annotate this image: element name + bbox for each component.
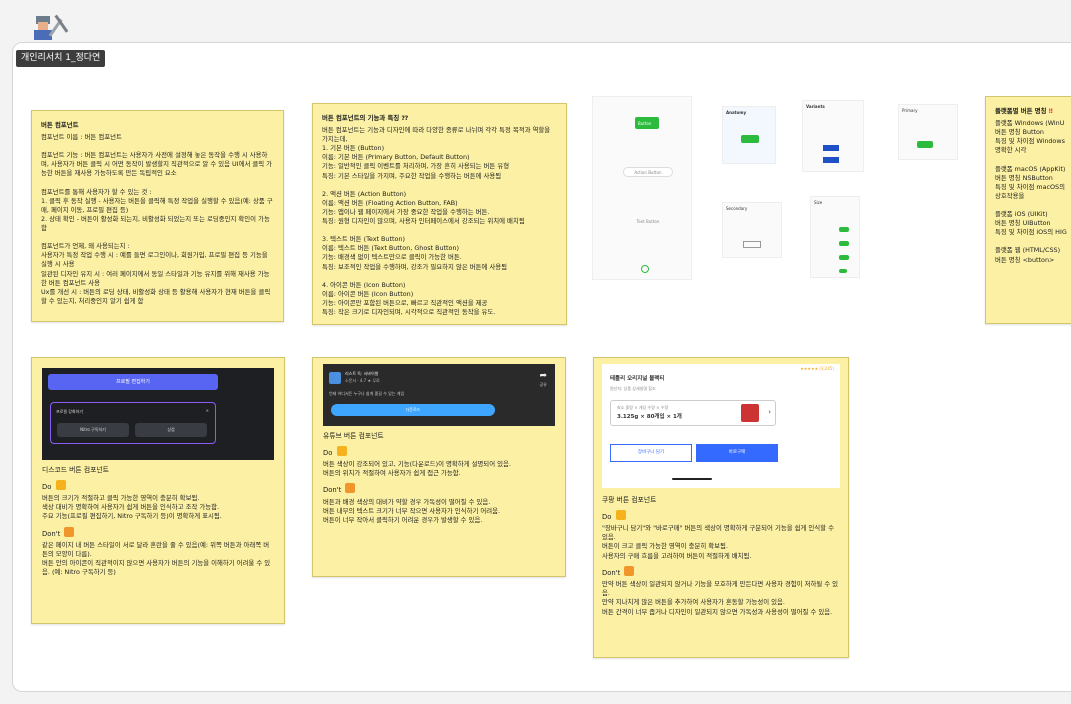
note-title: 플랫폼별 버튼 명칭 ‼ [995,107,1053,115]
add-to-cart-button: 장바구니 담기 [610,444,692,462]
sticky-note-button-types[interactable]: 버튼 컴포넌트의 기능과 특징 ⁇ 버튼 컴포넌트는 기능과 디자인에 따라 다… [312,103,567,325]
enhance-label: 프로필 강화하기 [56,409,84,414]
button-label: Button [638,121,652,126]
size-sample [839,269,847,273]
nitro-button: Nitro 구독하기 [57,423,129,437]
anatomy-panel: Anatomy [722,106,776,164]
variant-swatch [823,157,839,163]
app-rating: 소문서 · 4.7 ★ 무료 [345,378,380,383]
size-sample [839,227,849,232]
edit-profile-button: 프로필 편집하기 [48,374,218,390]
product-sub: 원산지: 상품 상세설명 참조 [610,386,656,391]
note-body: 컴포넌트 이름 : 버튼 컴포넌트 컴포넌트 기능 : 버튼 컴포넌트는 사용자… [41,133,273,305]
sticky-note-coupang[interactable]: ★★★★★ (3,245) 테틀리 오리지널 블랙티 원산지: 상품 상세설명 … [593,357,849,658]
size-panel: Size [810,196,860,278]
note-title: 쿠팡 버튼 컴포넌트 [602,496,657,504]
note-title: 버튼 컴포넌트의 기능과 특징 ⁇ [322,114,409,122]
home-indicator [672,478,712,480]
action-button-sample: Action Button [623,167,673,177]
note-body: 버튼 컴포넌트는 기능과 디자인에 따라 다양한 종류로 나뉘며 각각 특정 목… [322,126,551,316]
enhance-profile-box: 프로필 강화하기 ✕ Nitro 구독하기 상점 [50,402,216,444]
size-sample [839,241,849,246]
thumbs-up-icon [615,509,626,520]
primary-panel: Primary [898,104,958,160]
app-name: 리스트 독: 서바이벌 [345,371,379,376]
variants-panel: Variants [802,100,864,172]
note-title: 유튜브 버튼 컴포넌트 [323,432,384,440]
thumbs-down-icon [345,483,356,494]
anatomy-button-sample [741,135,759,143]
note-title: 디스코드 버튼 컴포넌트 [42,466,109,474]
pixel-avatar-icon [34,14,69,40]
dont-text: 만약 버튼 색상이 일관되지 않거나 기능을 모호하게 만든다면 사용자 경험이… [602,580,839,616]
secondary-panel: Secondary [722,202,782,258]
dont-text: 버튼과 배경 색상의 대비가 약할 경우 가독성이 떨어질 수 있음. 버튼 내… [323,498,501,525]
option-selector: 회소 중량 × 개당 수량 × 수량 3.125g × 80개입 × 1개 › [610,400,776,426]
primary-label: Primary [902,108,918,113]
discord-screenshot: 프로필 편집하기 프로필 강화하기 ✕ Nitro 구독하기 상점 [42,368,274,460]
secondary-label: Secondary [726,206,748,211]
do-text: 버튼 색상이 강조되어 있고, 기능(다운로드)이 명확하게 설명되어 있음. … [323,460,511,478]
thumbs-up-icon [55,479,66,490]
do-heading: Do [42,479,274,493]
note-title: 버튼 컴포넌트 [41,121,79,129]
share-icon: ➦ [539,371,547,381]
thumbs-down-icon [624,565,635,576]
sticky-note-youtube[interactable]: 리스트 독: 서바이벌 소문서 · 4.7 ★ 무료 언제 어디서든 누구나 쉽… [312,357,566,577]
product-title: 테틀리 오리지널 블랙티 [610,376,665,382]
app-desc: 언제 어디서든 누구나 쉽게 즐길 수 있는 게임 [329,391,405,396]
buy-now-button: 바로구매 [696,444,778,462]
youtube-screenshot: 리스트 독: 서바이벌 소문서 · 4.7 ★ 무료 언제 어디서든 누구나 쉽… [323,364,555,426]
note-body: 플랫폼 Windows (WinU 버튼 명칭 Button 특징 및 차이점 … [995,119,1067,264]
coupang-screenshot: ★★★★★ (3,245) 테틀리 오리지널 블랙티 원산지: 상품 상세설명 … [602,364,840,488]
thumbs-up-icon [336,445,347,456]
do-text: 버튼의 크기가 적절하고 클릭 가능한 영역이 충분히 확보됨. 색상 대비가 … [42,494,222,521]
dont-heading: Don't [323,483,555,496]
thumbs-down-icon [64,526,75,537]
share-label: 공유 [539,382,547,387]
product-thumbnail [741,404,759,422]
app-icon [329,372,341,384]
exclamation-icon: ‼ [1048,107,1053,115]
size-sample [839,255,849,260]
icon-button-sample [641,265,649,273]
variants-label: Variants [806,104,825,109]
secondary-sample [743,241,761,248]
text-button-sample: Text Button [636,219,660,224]
do-text: "장바구니 담기"와 "바로구매" 버튼의 색상이 명확하게 구분되어 기능을 … [602,524,834,560]
option-value: 3.125g × 80개입 × 1개 [617,414,682,420]
dont-text: 같은 페이지 내 버튼 스타일이 서로 달라 혼란을 줄 수 있음(예: 위쪽 … [42,541,271,577]
do-heading: Do [323,445,555,459]
button-spec-collage[interactable]: Button Action Button Text Button Anatomy… [592,96,976,280]
size-label: Size [814,200,823,205]
sticky-note-discord[interactable]: 프로필 편집하기 프로필 강화하기 ✕ Nitro 구독하기 상점 디스코드 버… [31,357,285,624]
close-icon: ✕ [205,408,209,413]
anatomy-label: Anatomy [726,110,747,115]
chevron-right-icon: › [768,408,771,416]
section-tag[interactable]: 개인리서치 1_정다연 [16,50,106,67]
shop-button: 상점 [135,423,207,437]
dont-heading: Don't [42,526,274,540]
button-types-panel: Button Action Button Text Button [592,96,692,280]
primary-sample [917,141,933,148]
variant-swatch [823,145,839,151]
do-heading: Do [602,509,840,523]
star-rating-icon: ★★★★★ (3,245) [800,366,834,371]
dont-heading: Don't [602,565,840,579]
download-button: 다운로드 [331,404,495,416]
option-label: 회소 중량 × 개당 수량 × 수량 [617,405,669,410]
sticky-note-button-component[interactable]: 버튼 컴포넌트 컴포넌트 이름 : 버튼 컴포넌트 컴포넌트 기능 : 버튼 컴… [31,110,284,322]
sticky-note-platform-names[interactable]: 플랫폼별 버튼 명칭 ‼ 플랫폼 Windows (WinU 버튼 명칭 But… [985,96,1071,324]
